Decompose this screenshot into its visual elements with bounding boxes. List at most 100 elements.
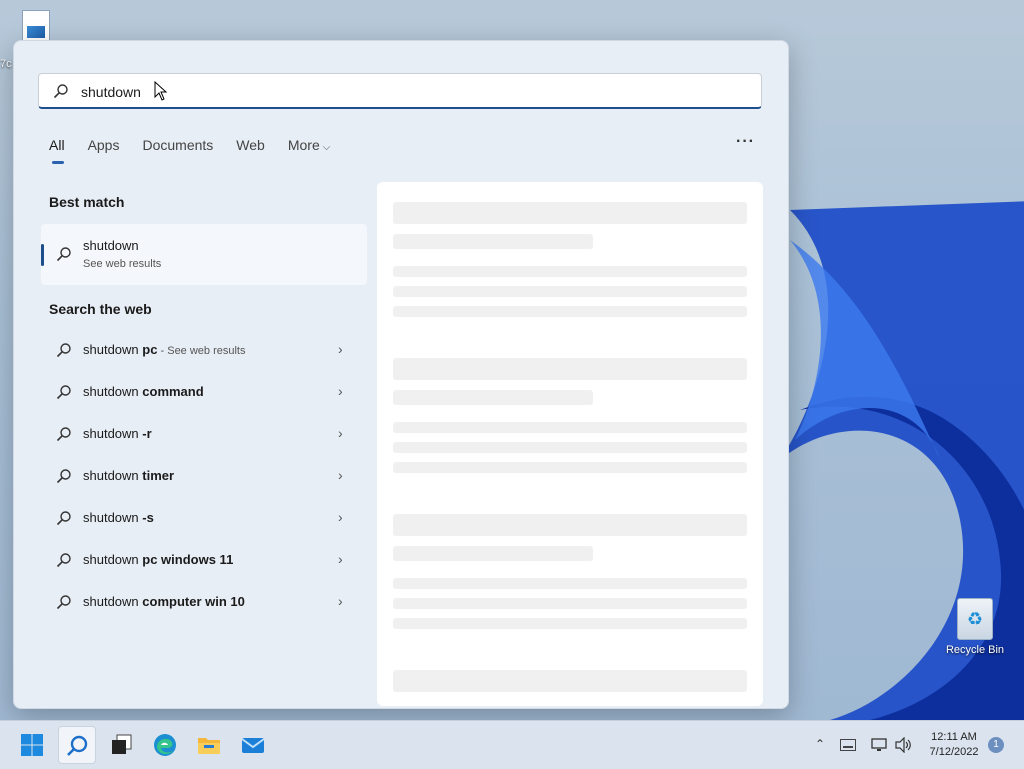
search-icon: [56, 247, 71, 262]
suggestion-prefix: shutdown: [83, 510, 139, 525]
search-icon: [56, 427, 71, 442]
web-suggestion-item[interactable]: shutdown -s ›: [41, 497, 367, 539]
skeleton-line: [393, 598, 747, 609]
start-button[interactable]: [13, 726, 51, 764]
keyboard-icon[interactable]: [840, 739, 856, 751]
skeleton-line: [393, 462, 747, 473]
suggestion-subtext: - See web results: [157, 345, 246, 357]
desktop-image-file-icon[interactable]: [22, 10, 56, 44]
suggestion-prefix: shutdown: [83, 384, 139, 399]
desktop-file-label: 7c: [0, 58, 12, 70]
skeleton-line: [393, 202, 747, 224]
suggestion-prefix: shutdown: [83, 594, 139, 609]
best-match-item[interactable]: shutdown See web results: [41, 224, 367, 285]
suggestion-completion: -s: [138, 510, 154, 525]
suggestion-prefix: shutdown: [83, 552, 139, 567]
web-suggestion-item[interactable]: shutdown -r ›: [41, 413, 367, 455]
chevron-right-icon: ›: [338, 467, 343, 483]
suggestion-completion: computer win 10: [138, 594, 245, 609]
skeleton-line: [393, 442, 747, 453]
skeleton-line: [393, 266, 747, 277]
best-match-subtitle: See web results: [83, 258, 162, 270]
skeleton-line: [393, 390, 593, 405]
search-icon: [56, 343, 71, 358]
suggestion-prefix: shutdown: [83, 468, 139, 483]
more-options-button[interactable]: ···: [736, 133, 755, 151]
skeleton-line: [393, 670, 747, 692]
taskbar-search-button[interactable]: [58, 726, 96, 764]
taskbar: ⌃ 12:11 AM 7/12/2022 1: [0, 720, 1024, 769]
suggestion-completion: pc windows 11: [138, 552, 234, 567]
network-icon[interactable]: [871, 737, 887, 753]
edge-button[interactable]: [146, 726, 184, 764]
web-suggestion-item[interactable]: shutdown pc windows 11 ›: [41, 539, 367, 581]
suggestion-prefix: shutdown: [83, 342, 139, 357]
recycle-bin[interactable]: ♻ Recycle Bin: [942, 598, 1008, 656]
tab-more-label: More: [287, 137, 320, 153]
clock-time: 12:11 AM: [931, 731, 977, 743]
skeleton-line: [393, 358, 747, 380]
chevron-right-icon: ›: [338, 509, 343, 525]
suggestion-completion: command: [138, 384, 204, 399]
search-icon: [56, 511, 71, 526]
clock-date: 7/12/2022: [929, 746, 979, 758]
preview-pane-loading: [377, 182, 763, 706]
taskbar-clock[interactable]: 12:11 AM 7/12/2022: [918, 730, 990, 760]
search-icon: [56, 553, 71, 568]
search-icon: [56, 469, 71, 484]
skeleton-line: [393, 306, 747, 317]
start-icon: [21, 734, 43, 756]
search-icon: [56, 595, 71, 610]
web-suggestion-item[interactable]: shutdown timer ›: [41, 455, 367, 497]
search-web-heading: Search the web: [49, 301, 152, 317]
tab-web[interactable]: Web: [236, 137, 265, 167]
edge-icon: [154, 734, 176, 756]
web-suggestion-item[interactable]: shutdown computer win 10 ›: [41, 581, 367, 623]
search-icon: [53, 84, 68, 99]
suggestion-completion: -r: [138, 426, 152, 441]
chevron-up-icon[interactable]: ⌃: [815, 737, 825, 751]
search-panel: All Apps Documents Web More⌵ ··· Best ma…: [13, 40, 789, 709]
volume-icon[interactable]: [895, 737, 913, 753]
tab-apps[interactable]: Apps: [88, 137, 120, 167]
web-suggestion-item[interactable]: shutdown pc - See web results ›: [41, 329, 367, 371]
task-view-button[interactable]: [103, 726, 141, 764]
recycle-bin-icon: ♻: [957, 598, 993, 640]
selection-indicator: [41, 244, 44, 266]
search-box[interactable]: [38, 73, 762, 109]
skeleton-line: [393, 234, 593, 249]
mouse-pointer-icon: [154, 81, 168, 101]
mail-icon: [241, 738, 265, 753]
best-match-title: shutdown: [83, 238, 139, 253]
tab-documents[interactable]: Documents: [142, 137, 213, 167]
file-explorer-icon: [198, 738, 220, 754]
chevron-right-icon: ›: [338, 551, 343, 567]
web-suggestions-list: shutdown pc - See web results › shutdown…: [41, 329, 367, 623]
skeleton-line: [393, 618, 747, 629]
search-input[interactable]: [79, 79, 683, 105]
skeleton-line: [393, 578, 747, 589]
chevron-down-icon: ⌵: [322, 142, 331, 153]
web-suggestion-item[interactable]: shutdown command ›: [41, 371, 367, 413]
chevron-right-icon: ›: [338, 383, 343, 399]
tab-all[interactable]: All: [49, 137, 65, 167]
chevron-right-icon: ›: [338, 341, 343, 357]
skeleton-line: [393, 422, 747, 433]
mail-button[interactable]: [234, 726, 272, 764]
file-explorer-button[interactable]: [190, 726, 228, 764]
search-tabs: All Apps Documents Web More ⌵: [49, 137, 353, 167]
chevron-right-icon: ›: [338, 425, 343, 441]
tab-more[interactable]: More ⌵: [288, 137, 331, 167]
skeleton-line: [393, 514, 747, 536]
suggestion-completion: pc: [138, 342, 158, 357]
notification-badge[interactable]: 1: [988, 737, 1004, 753]
search-icon: [56, 385, 71, 400]
chevron-right-icon: ›: [338, 593, 343, 609]
recycle-bin-label: Recycle Bin: [945, 644, 1005, 656]
best-match-heading: Best match: [49, 194, 125, 210]
skeleton-line: [393, 546, 593, 561]
suggestion-prefix: shutdown: [83, 426, 139, 441]
task-view-icon: [112, 734, 132, 754]
search-icon: [67, 735, 88, 756]
suggestion-completion: timer: [138, 468, 175, 483]
